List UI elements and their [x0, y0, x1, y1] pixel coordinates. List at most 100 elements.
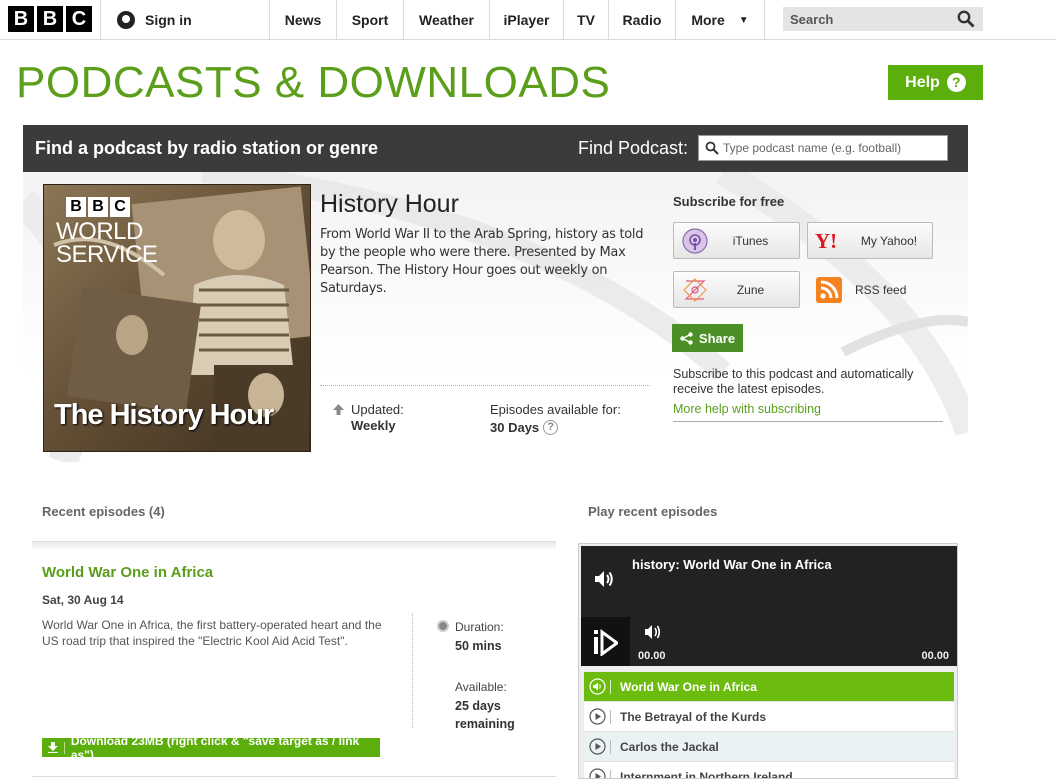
question-icon: ?	[946, 73, 966, 92]
cover-service-line: WORLD	[56, 218, 143, 245]
download-label: Download 23MB (right click & "save targe…	[70, 733, 360, 762]
rss-icon	[816, 277, 842, 303]
cover-logo-letter: B	[66, 197, 86, 217]
divider	[610, 739, 611, 754]
availability-label: Episodes available for:	[490, 402, 621, 417]
search-icon[interactable]	[957, 10, 975, 28]
user-icon	[117, 11, 135, 29]
podcast-detail-panel: B B C WORLD SERVICE The History Hour His…	[23, 172, 968, 462]
podcast-title: History Hour	[320, 190, 459, 218]
subscribe-title: Subscribe for free	[673, 194, 785, 209]
divider	[32, 541, 556, 551]
playlist-title: Internment in Northern Ireland	[620, 769, 793, 779]
help-button[interactable]: Help ?	[888, 65, 983, 100]
divider	[673, 421, 943, 422]
chevron-down-icon: ▼	[738, 14, 749, 26]
bbc-logo-letter: B	[37, 6, 63, 32]
main-nav: News Sport Weather iPlayer TV Radio More…	[270, 0, 765, 40]
arrow-up-icon	[333, 404, 344, 415]
yahoo-subscribe-button[interactable]: Y! My Yahoo!	[807, 222, 933, 259]
time-total: 00.00	[921, 650, 949, 662]
nav-label: Radio	[622, 12, 662, 28]
divider	[610, 769, 611, 778]
duration-value: 50 mins	[455, 639, 502, 653]
volume-icon[interactable]	[644, 624, 662, 640]
nav-more[interactable]: More ▼	[676, 0, 765, 40]
finder-title[interactable]: Find a podcast by radio station or genre	[35, 138, 378, 159]
bbc-logo-letter: B	[8, 6, 34, 32]
search-placeholder: Search	[790, 11, 834, 27]
zune-label: Zune	[736, 282, 765, 297]
availability-value: 30 Days	[490, 420, 540, 435]
audio-player: history: World War One in Africa 00.00 0…	[578, 543, 958, 779]
clock-icon	[437, 620, 449, 632]
rss-feed-link[interactable]: RSS feed	[816, 277, 906, 303]
bbc-top-bar: B B C Sign in News Sport Weather iPlayer…	[0, 0, 1056, 40]
podcast-description: From World War II to the Arab Spring, hi…	[320, 227, 644, 296]
bbc-logo-letter: C	[66, 6, 92, 32]
find-podcast-input[interactable]	[723, 141, 943, 155]
cover-logo-letter: C	[110, 197, 130, 217]
duration-label: Duration:	[455, 620, 504, 634]
divider	[412, 613, 413, 728]
subscribe-note: Subscribe to this podcast and automatica…	[673, 367, 914, 396]
nav-radio[interactable]: Radio	[609, 0, 676, 40]
divider	[610, 679, 611, 694]
episode-title[interactable]: World War One in Africa	[42, 564, 213, 581]
nav-label: iPlayer	[503, 12, 550, 28]
nav-weather[interactable]: Weather	[404, 0, 490, 40]
nav-label: Sport	[351, 12, 389, 28]
nav-label: More	[691, 12, 725, 28]
share-button[interactable]: Share	[672, 324, 743, 352]
divider	[610, 709, 611, 724]
subscribe-help-link[interactable]: More help with subscribing	[673, 402, 821, 416]
playlist-item[interactable]: The Betrayal of the Kurds	[584, 702, 954, 732]
speaker-icon[interactable]	[593, 568, 615, 590]
play-icon	[589, 768, 606, 778]
play-button[interactable]	[581, 617, 630, 666]
search-input[interactable]: Search	[783, 7, 983, 31]
cover-service-line: SERVICE	[56, 241, 158, 268]
divider	[32, 776, 556, 777]
yahoo-label: My Yahoo!	[860, 233, 918, 248]
nav-news[interactable]: News	[270, 0, 337, 40]
nav-tv[interactable]: TV	[564, 0, 609, 40]
available-value: 25 days	[455, 699, 501, 713]
play-recent-heading: Play recent episodes	[588, 504, 718, 519]
download-button[interactable]: Download 23MB (right click & "save targe…	[42, 734, 380, 762]
itunes-label: iTunes	[732, 233, 769, 248]
episode-duration: Duration: 50 mins	[455, 620, 504, 653]
playlist-item[interactable]: Internment in Northern Ireland	[584, 762, 954, 779]
nav-label: Weather	[419, 12, 474, 28]
episode-description: World War One in Africa, the first batte…	[42, 618, 382, 648]
available-label: Available:	[455, 680, 507, 694]
episode-date: Sat, 30 Aug 14	[42, 593, 124, 607]
help-icon[interactable]: ?	[543, 420, 559, 435]
playlist-item[interactable]: World War One in Africa	[584, 672, 954, 702]
find-podcast-field[interactable]	[698, 135, 948, 161]
episode-availability: Available: 25 days remaining	[455, 680, 515, 731]
cover-service-name: WORLD SERVICE	[56, 218, 158, 268]
recent-episodes-heading: Recent episodes (4)	[42, 504, 165, 519]
search-icon	[705, 141, 719, 155]
availability-row: 30 Days ?	[490, 420, 621, 435]
sign-in-button[interactable]: Sign in	[100, 0, 270, 40]
playlist-item[interactable]: Carlos the Jackal	[584, 732, 954, 762]
divider	[320, 385, 650, 386]
episode-playlist: World War One in Africa The Betrayal of …	[584, 672, 954, 779]
nav-sport[interactable]: Sport	[337, 0, 404, 40]
iplayer-play-icon	[594, 629, 618, 656]
nav-label: News	[284, 12, 322, 28]
zune-subscribe-button[interactable]: Zune	[673, 271, 800, 308]
bbc-logo[interactable]: B B C	[8, 6, 92, 32]
itunes-subscribe-button[interactable]: iTunes	[673, 222, 800, 259]
playlist-title: Carlos the Jackal	[620, 739, 719, 754]
cover-logo-letter: B	[88, 197, 108, 217]
nav-iplayer[interactable]: iPlayer	[490, 0, 564, 40]
cover-bbc-logo: B B C	[66, 197, 130, 217]
now-playing-title: history: World War One in Africa	[632, 557, 832, 572]
availability-info: Episodes available for: 30 Days ?	[490, 402, 621, 435]
play-icon	[589, 738, 606, 755]
sign-in-label: Sign in	[145, 12, 192, 28]
rss-label: RSS feed	[855, 283, 907, 297]
